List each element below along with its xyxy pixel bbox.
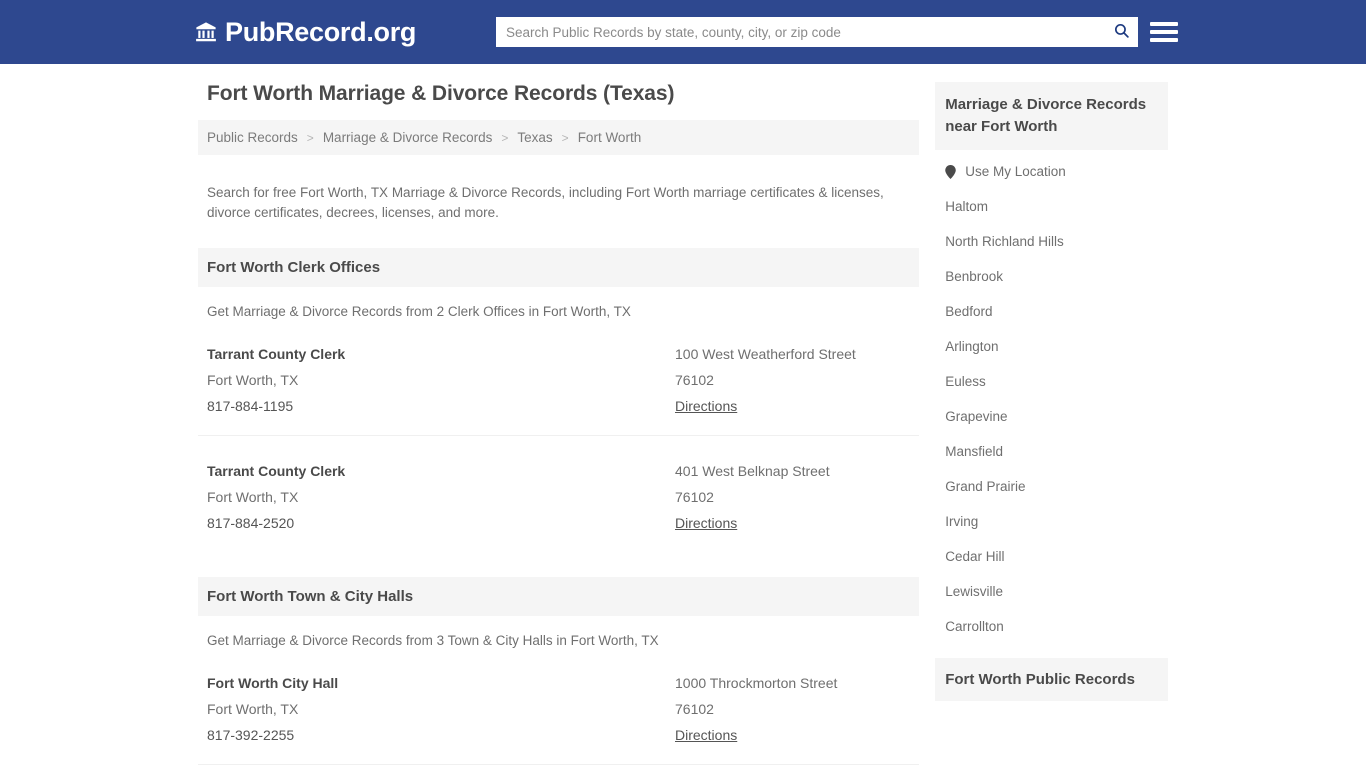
- sidebar: Marriage & Divorce Records near Fort Wor…: [935, 82, 1168, 701]
- listing-street: 100 West Weatherford Street: [675, 345, 856, 362]
- sidebar-item-label: Bedford: [945, 304, 993, 319]
- sidebar-item-label: North Richland Hills: [945, 234, 1064, 249]
- directions-link[interactable]: Directions: [675, 393, 737, 419]
- listing-name: Fort Worth City Hall: [207, 674, 339, 691]
- sidebar-item-euless[interactable]: Euless: [935, 364, 1168, 399]
- listing-phone[interactable]: 817-392-2255: [207, 722, 675, 748]
- listing-phone[interactable]: 817-884-1195: [207, 393, 675, 419]
- listing-street: 1000 Throckmorton Street: [675, 674, 838, 691]
- search-button[interactable]: [1104, 17, 1138, 47]
- hamburger-menu-icon-bar: [1150, 22, 1178, 26]
- listing-city: Fort Worth, TX: [207, 488, 299, 505]
- sidebar-item-label: Euless: [945, 374, 986, 389]
- section-subheading: Get Marriage & Divorce Records from 2 Cl…: [207, 303, 631, 319]
- main-content: Fort Worth Marriage & Divorce Records (T…: [198, 82, 920, 768]
- breadcrumb-item-fort-worth: Fort Worth: [577, 130, 642, 145]
- sidebar-item-label: Use My Location: [965, 164, 1066, 179]
- breadcrumb-separator: >: [501, 130, 509, 145]
- sidebar-item-use-my-location[interactable]: Use My Location: [935, 154, 1168, 189]
- sidebar-item-lewisville[interactable]: Lewisville: [935, 574, 1168, 609]
- listing-primary-column: Tarrant County Clerk Fort Worth, TX 817-…: [207, 341, 675, 419]
- site-logo-link[interactable]: PubRecord.org: [195, 16, 417, 47]
- breadcrumb-item-public-records[interactable]: Public Records: [207, 130, 298, 145]
- sidebar-item-north-richland-hills[interactable]: North Richland Hills: [935, 224, 1168, 259]
- sidebar-item-carrollton[interactable]: Carrollton: [935, 609, 1168, 644]
- listing-zip: 76102: [675, 700, 714, 717]
- sidebar-item-irving[interactable]: Irving: [935, 504, 1168, 539]
- listing-city: Fort Worth, TX: [207, 371, 299, 388]
- hamburger-menu-icon-bar: [1150, 30, 1178, 34]
- sidebar-item-label: Irving: [945, 514, 979, 529]
- listing-city: Fort Worth, TX: [207, 700, 299, 717]
- sidebar-item-label: Benbrook: [945, 269, 1003, 284]
- listing-address-column: 401 West Belknap Street 76102 Directions: [675, 458, 910, 536]
- hamburger-menu-icon-bar: [1150, 38, 1178, 42]
- sidebar-item-bedford[interactable]: Bedford: [935, 294, 1168, 329]
- site-header: PubRecord.org: [0, 0, 1366, 64]
- page-intro-text: Search for free Fort Worth, TX Marriage …: [207, 184, 884, 220]
- page-title: Fort Worth Marriage & Divorce Records (T…: [207, 82, 675, 105]
- sidebar-item-mansfield[interactable]: Mansfield: [935, 434, 1168, 469]
- listing-zip: 76102: [675, 488, 714, 505]
- sidebar-item-grand-prairie[interactable]: Grand Prairie: [935, 469, 1168, 504]
- sidebar-item-label: Arlington: [945, 339, 999, 354]
- listing-address-column: 1000 Throckmorton Street 76102 Direction…: [675, 670, 910, 748]
- listing-street: 401 West Belknap Street: [675, 462, 830, 479]
- sidebar-item-label: Carrollton: [945, 619, 1004, 634]
- table-row: Tarrant County Clerk Fort Worth, TX 817-…: [198, 436, 919, 552]
- sidebar-item-label: Grapevine: [945, 409, 1008, 424]
- section-subheading: Get Marriage & Divorce Records from 3 To…: [207, 632, 659, 648]
- sidebar-item-label: Grand Prairie: [945, 479, 1026, 494]
- listing-primary-column: Tarrant County Clerk Fort Worth, TX 817-…: [207, 458, 675, 536]
- section-clerk-offices: Fort Worth Clerk Offices Get Marriage & …: [198, 247, 920, 552]
- sidebar-item-haltom[interactable]: Haltom: [935, 189, 1168, 224]
- table-row: Tarrant County Clerk Fort Worth, TX 817-…: [198, 319, 920, 436]
- breadcrumb: Public Records > Marriage & Divorce Reco…: [198, 120, 920, 155]
- sidebar-item-grapevine[interactable]: Grapevine: [935, 399, 1168, 434]
- table-row: Fort Worth City Hall Fort Worth, TX 817-…: [198, 765, 919, 768]
- section-town-city-halls: Fort Worth Town & City Halls Get Marriag…: [198, 576, 920, 768]
- sidebar-item-arlington[interactable]: Arlington: [935, 329, 1168, 364]
- sidebar-item-label: Mansfield: [945, 444, 1003, 459]
- directions-link[interactable]: Directions: [675, 722, 737, 748]
- sidebar-item-cedar-hill[interactable]: Cedar Hill: [935, 539, 1168, 574]
- map-pin-icon: [945, 164, 956, 179]
- directions-link[interactable]: Directions: [675, 510, 737, 536]
- sidebar-item-benbrook[interactable]: Benbrook: [935, 259, 1168, 294]
- table-row: Fort Worth City Hall Fort Worth, TX 817-…: [198, 648, 920, 765]
- sidebar-title: Marriage & Divorce Records near Fort Wor…: [935, 82, 1168, 150]
- sidebar-city-list: Use My Location Haltom North Richland Hi…: [935, 150, 1168, 644]
- breadcrumb-item-texas[interactable]: Texas: [517, 130, 552, 145]
- listing-name: Tarrant County Clerk: [207, 462, 346, 479]
- sidebar-public-records-title[interactable]: Fort Worth Public Records: [935, 658, 1168, 701]
- listing-address-column: 100 West Weatherford Street 76102 Direct…: [675, 341, 910, 419]
- search-bar: [496, 17, 1138, 47]
- search-icon: [1113, 22, 1130, 42]
- listing-primary-column: Fort Worth City Hall Fort Worth, TX 817-…: [207, 670, 675, 748]
- breadcrumb-separator: >: [561, 130, 569, 145]
- search-input[interactable]: [496, 18, 1104, 46]
- bank-icon: [195, 21, 217, 43]
- breadcrumb-item-marriage-divorce-records[interactable]: Marriage & Divorce Records: [323, 130, 493, 145]
- site-logo-text: PubRecord.org: [225, 16, 417, 47]
- page-body: Fort Worth Marriage & Divorce Records (T…: [0, 64, 1366, 768]
- sidebar-item-label: Cedar Hill: [945, 549, 1005, 564]
- page-container: Fort Worth Marriage & Divorce Records (T…: [198, 82, 1168, 768]
- section-heading: Fort Worth Town & City Halls: [198, 576, 920, 616]
- sidebar-item-label: Haltom: [945, 199, 988, 214]
- listing-phone[interactable]: 817-884-2520: [207, 510, 675, 536]
- sidebar-item-label: Lewisville: [945, 584, 1003, 599]
- listing-zip: 76102: [675, 371, 714, 388]
- section-heading: Fort Worth Clerk Offices: [198, 247, 920, 287]
- hamburger-menu-button[interactable]: [1150, 18, 1178, 46]
- listing-name: Tarrant County Clerk: [207, 345, 346, 362]
- breadcrumb-separator: >: [306, 130, 314, 145]
